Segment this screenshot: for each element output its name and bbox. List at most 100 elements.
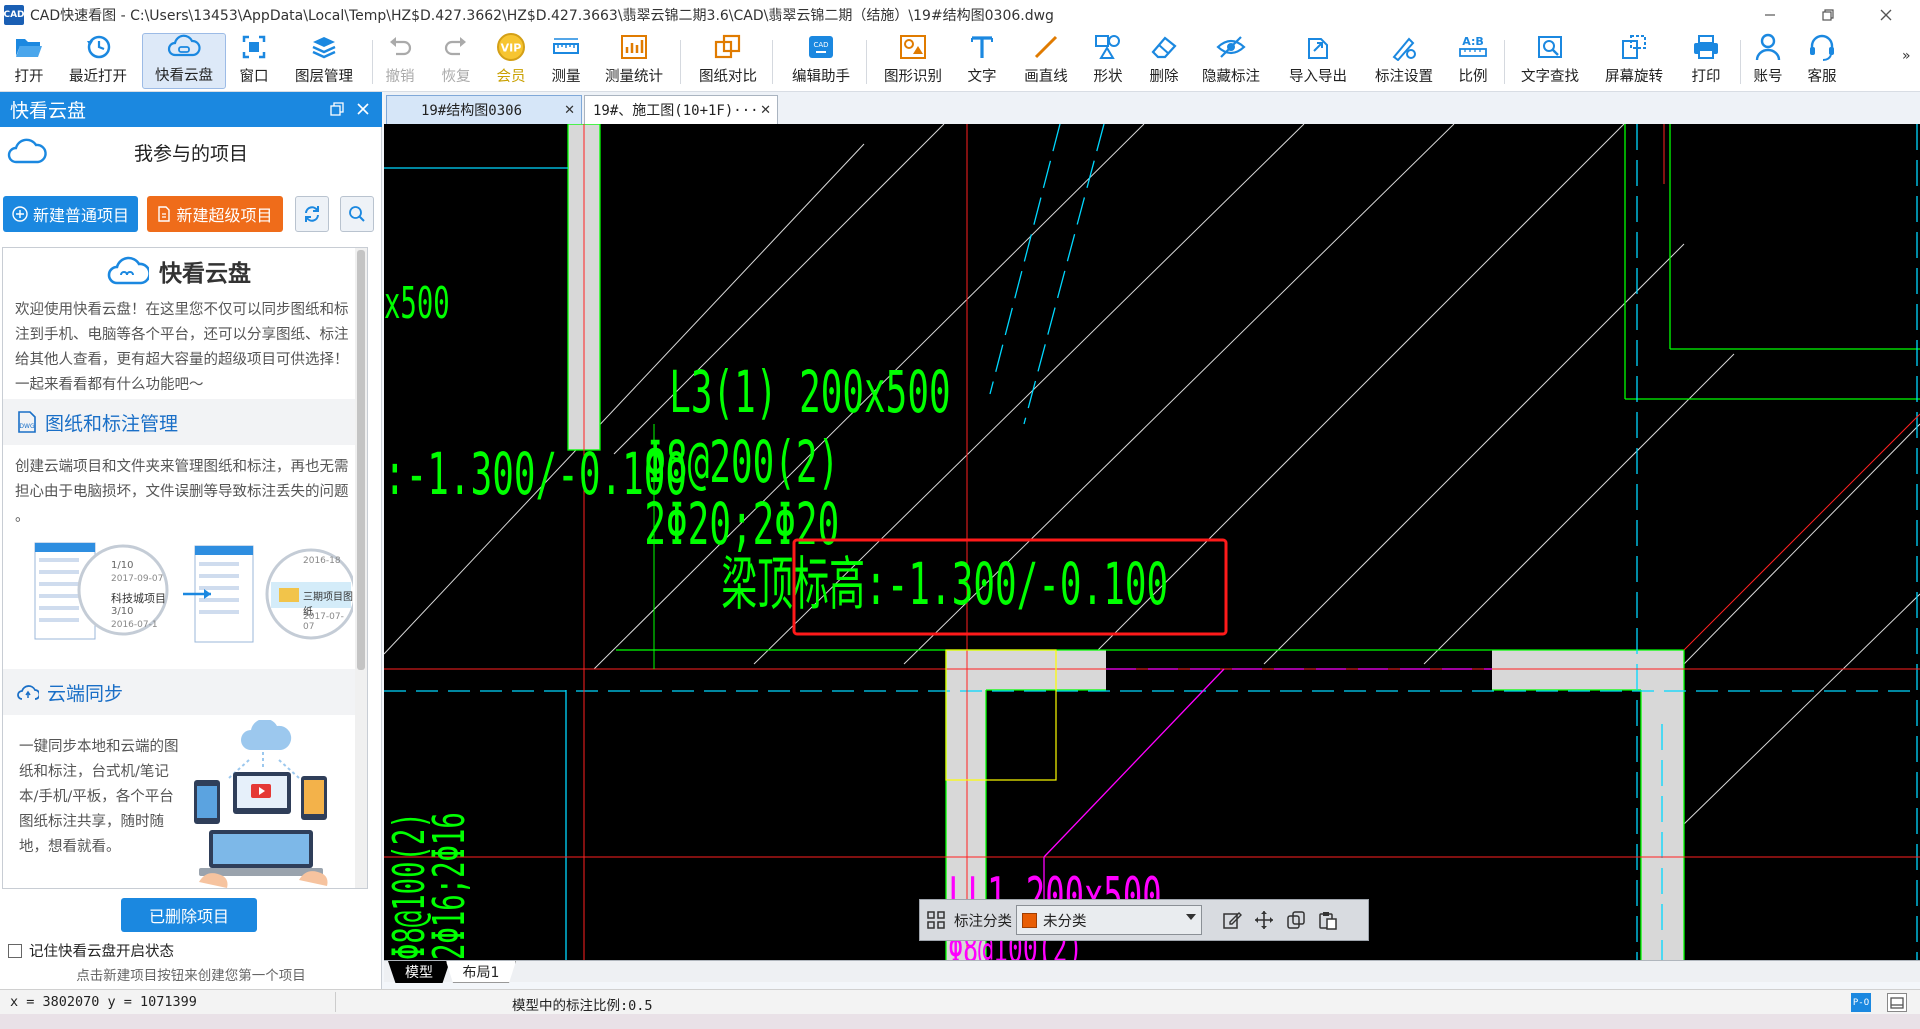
toolbar-import-export-button[interactable]: 导入导出: [1284, 33, 1352, 89]
toolbar-scale-button[interactable]: A:B 比例: [1454, 33, 1492, 89]
toolbar-print-button[interactable]: 打印: [1686, 33, 1726, 89]
toolbar-undo-button[interactable]: 撤销: [380, 33, 420, 89]
toolbar-text-search-button[interactable]: 文字查找: [1516, 33, 1584, 89]
toolbar-text-search-label: 文字查找: [1521, 69, 1579, 85]
toolbar-window-button[interactable]: 窗口: [236, 33, 272, 89]
toolbar-open-button[interactable]: 打开: [4, 33, 54, 89]
project-header-title: 我参与的项目: [133, 142, 248, 165]
new-normal-project-label: 新建普通项目: [32, 206, 129, 225]
close-window-button[interactable]: [1858, 0, 1914, 30]
status-panel-icon[interactable]: [1887, 993, 1907, 1012]
toolbar-vip-label: 会员: [496, 69, 526, 85]
toolbar-cloud-label: 快看云盘: [155, 68, 213, 84]
toolbar-hide-annotation-button[interactable]: 隐藏标注: [1198, 33, 1264, 89]
panel-close-icon[interactable]: [354, 100, 372, 118]
cloud-sync-icon: [17, 685, 39, 700]
toolbar-layers-button[interactable]: 图层管理: [290, 33, 358, 89]
app-logo-icon: CAD: [3, 5, 25, 25]
intro-scrollbar-thumb[interactable]: [357, 250, 365, 670]
dwg-file-icon: DWG: [18, 411, 36, 433]
edit-note-icon[interactable]: [1216, 904, 1248, 936]
close-tab-icon[interactable]: ✕: [760, 103, 771, 118]
toolbar-shape-button[interactable]: 形状: [1088, 33, 1128, 89]
document-tabs: 19#结构图0306 ✕ 19#、施工图(10+1F)··· ✕: [384, 92, 1920, 124]
new-normal-project-button[interactable]: 新建普通项目: [3, 196, 138, 232]
close-tab-icon[interactable]: ✕: [564, 103, 575, 118]
sync-icon: [305, 206, 319, 222]
deleted-projects-button[interactable]: 已删除项目: [121, 898, 257, 932]
toolbar-shape-recognize-button[interactable]: 图形识别: [880, 33, 946, 89]
toolbar-scale-label: 比例: [1458, 69, 1488, 85]
deleted-projects-label: 已删除项目: [148, 907, 229, 926]
create-project-hint: 点击新建项目按钮来创建您第一个项目: [76, 968, 306, 984]
toolbar-measure-stats-button[interactable]: 测量统计: [598, 33, 670, 89]
redo-icon: [442, 32, 470, 62]
toolbar-edit-helper-button[interactable]: CAD 编辑助手: [788, 33, 854, 89]
remember-state-checkbox[interactable]: [8, 943, 22, 958]
toolbar-recent-button[interactable]: 最近打开: [64, 33, 132, 89]
illus-left-date1: 2017-09-07: [111, 574, 164, 584]
toolbar-rotate-label: 屏幕旋转: [1605, 69, 1663, 85]
toolbar-redo-label: 恢复: [441, 69, 471, 85]
search-project-button[interactable]: [340, 196, 374, 232]
toolbar-compare-button[interactable]: 图纸对比: [696, 33, 760, 89]
cloud-panel: 快看云盘 我参与的项目 新建普通项目 新建超级项目 快看云盘 欢迎使用快看云盘！…: [0, 92, 382, 989]
toolbar-line-button[interactable]: 画直线: [1018, 33, 1074, 89]
toolbar-redo-button[interactable]: 恢复: [436, 33, 476, 89]
restore-button[interactable]: [1800, 0, 1856, 30]
text-icon: [968, 32, 996, 62]
new-super-project-button[interactable]: 新建超级项目: [147, 196, 283, 232]
toolbar-text-button[interactable]: 文字: [962, 33, 1002, 89]
cloud-intro-card: 快看云盘 欢迎使用快看云盘！在这里您不仅可以同步图纸和标注到手机、电脑等各个平台…: [2, 247, 368, 889]
layout-tabs: 模型 布局1: [384, 960, 1920, 983]
vip-icon: VIP: [495, 32, 527, 62]
paste-icon[interactable]: [1312, 904, 1344, 936]
copy-icon[interactable]: [1280, 904, 1312, 936]
toolbar-vip-button[interactable]: VIP 会员: [490, 33, 532, 89]
cloud-sync-illustration: [189, 718, 339, 888]
toolbar-annotation-settings-label: 标注设置: [1375, 69, 1433, 85]
user-icon: [1754, 32, 1782, 62]
doc-tab-construction[interactable]: 19#、施工图(10+1F)··· ✕: [584, 95, 778, 124]
toolbar-measure-label: 测量: [551, 69, 581, 85]
toolbar-account-button[interactable]: 账号: [1748, 33, 1788, 89]
svg-text:A:B: A:B: [1462, 35, 1484, 48]
intro-scrollbar[interactable]: [355, 248, 367, 888]
cad-drawing-canvas[interactable]: x500 L3(1) 200x500 Φ8@200(2) 2Φ20;2Φ20 :…: [384, 124, 1920, 960]
toolbar-separator: [372, 40, 373, 84]
section-drawing-management: DWG 图纸和标注管理: [3, 399, 355, 445]
clock-icon: [83, 32, 113, 62]
move-icon[interactable]: [1248, 904, 1280, 936]
cad-text: x500 L3(1) 200x500 Φ8@200(2) 2Φ20;2Φ20 :…: [384, 277, 1168, 960]
toolbar-measure-button[interactable]: 测量: [546, 33, 586, 89]
scale-icon: A:B: [1457, 32, 1489, 62]
status-po-icon[interactable]: P-O: [1851, 993, 1871, 1012]
cloud-icon: [167, 31, 201, 61]
sync-button[interactable]: [295, 196, 329, 232]
panel-float-icon[interactable]: [328, 100, 346, 118]
toolbar-rotate-button[interactable]: 屏幕旋转: [1600, 33, 1668, 89]
toolbar-annotation-settings-button[interactable]: 标注设置: [1370, 33, 1438, 89]
cad-drawing[interactable]: x500 L3(1) 200x500 Φ8@200(2) 2Φ20;2Φ20 :…: [384, 124, 1920, 960]
svg-text:VIP: VIP: [501, 42, 522, 55]
annotation-category-select[interactable]: 未分类: [1016, 905, 1202, 935]
project-header: 我参与的项目: [0, 127, 382, 177]
intro-title: 快看云盘: [3, 248, 355, 294]
minimize-button[interactable]: [1742, 0, 1798, 30]
drawing-management-illustration: 1/10 2017-09-07 科技城项目 3/10 2016-07-1 201…: [13, 538, 357, 658]
import-export-icon: [1303, 32, 1333, 62]
toolbar-delete-button[interactable]: 删除: [1144, 33, 1184, 89]
layout-tab-layout1[interactable]: 布局1: [446, 961, 516, 983]
toolbar-edit-helper-label: 编辑助手: [792, 69, 850, 85]
compare-icon: [713, 32, 743, 62]
grid-icon[interactable]: [920, 904, 952, 936]
doc-tab-structure[interactable]: 19#结构图0306 ✕: [386, 95, 582, 124]
toolbar-line-label: 画直线: [1024, 69, 1068, 85]
toolbar-overflow-button[interactable]: »: [1902, 48, 1911, 64]
toolbar-cloud-button[interactable]: 快看云盘: [142, 33, 226, 89]
toolbar-undo-label: 撤销: [385, 69, 415, 85]
layout-tab-model[interactable]: 模型: [388, 961, 450, 983]
toolbar-import-export-label: 导入导出: [1289, 69, 1347, 85]
toolbar-support-button[interactable]: 客服: [1802, 33, 1842, 89]
doc-tab-construction-label: 19#、施工图(10+1F)···: [593, 103, 759, 119]
